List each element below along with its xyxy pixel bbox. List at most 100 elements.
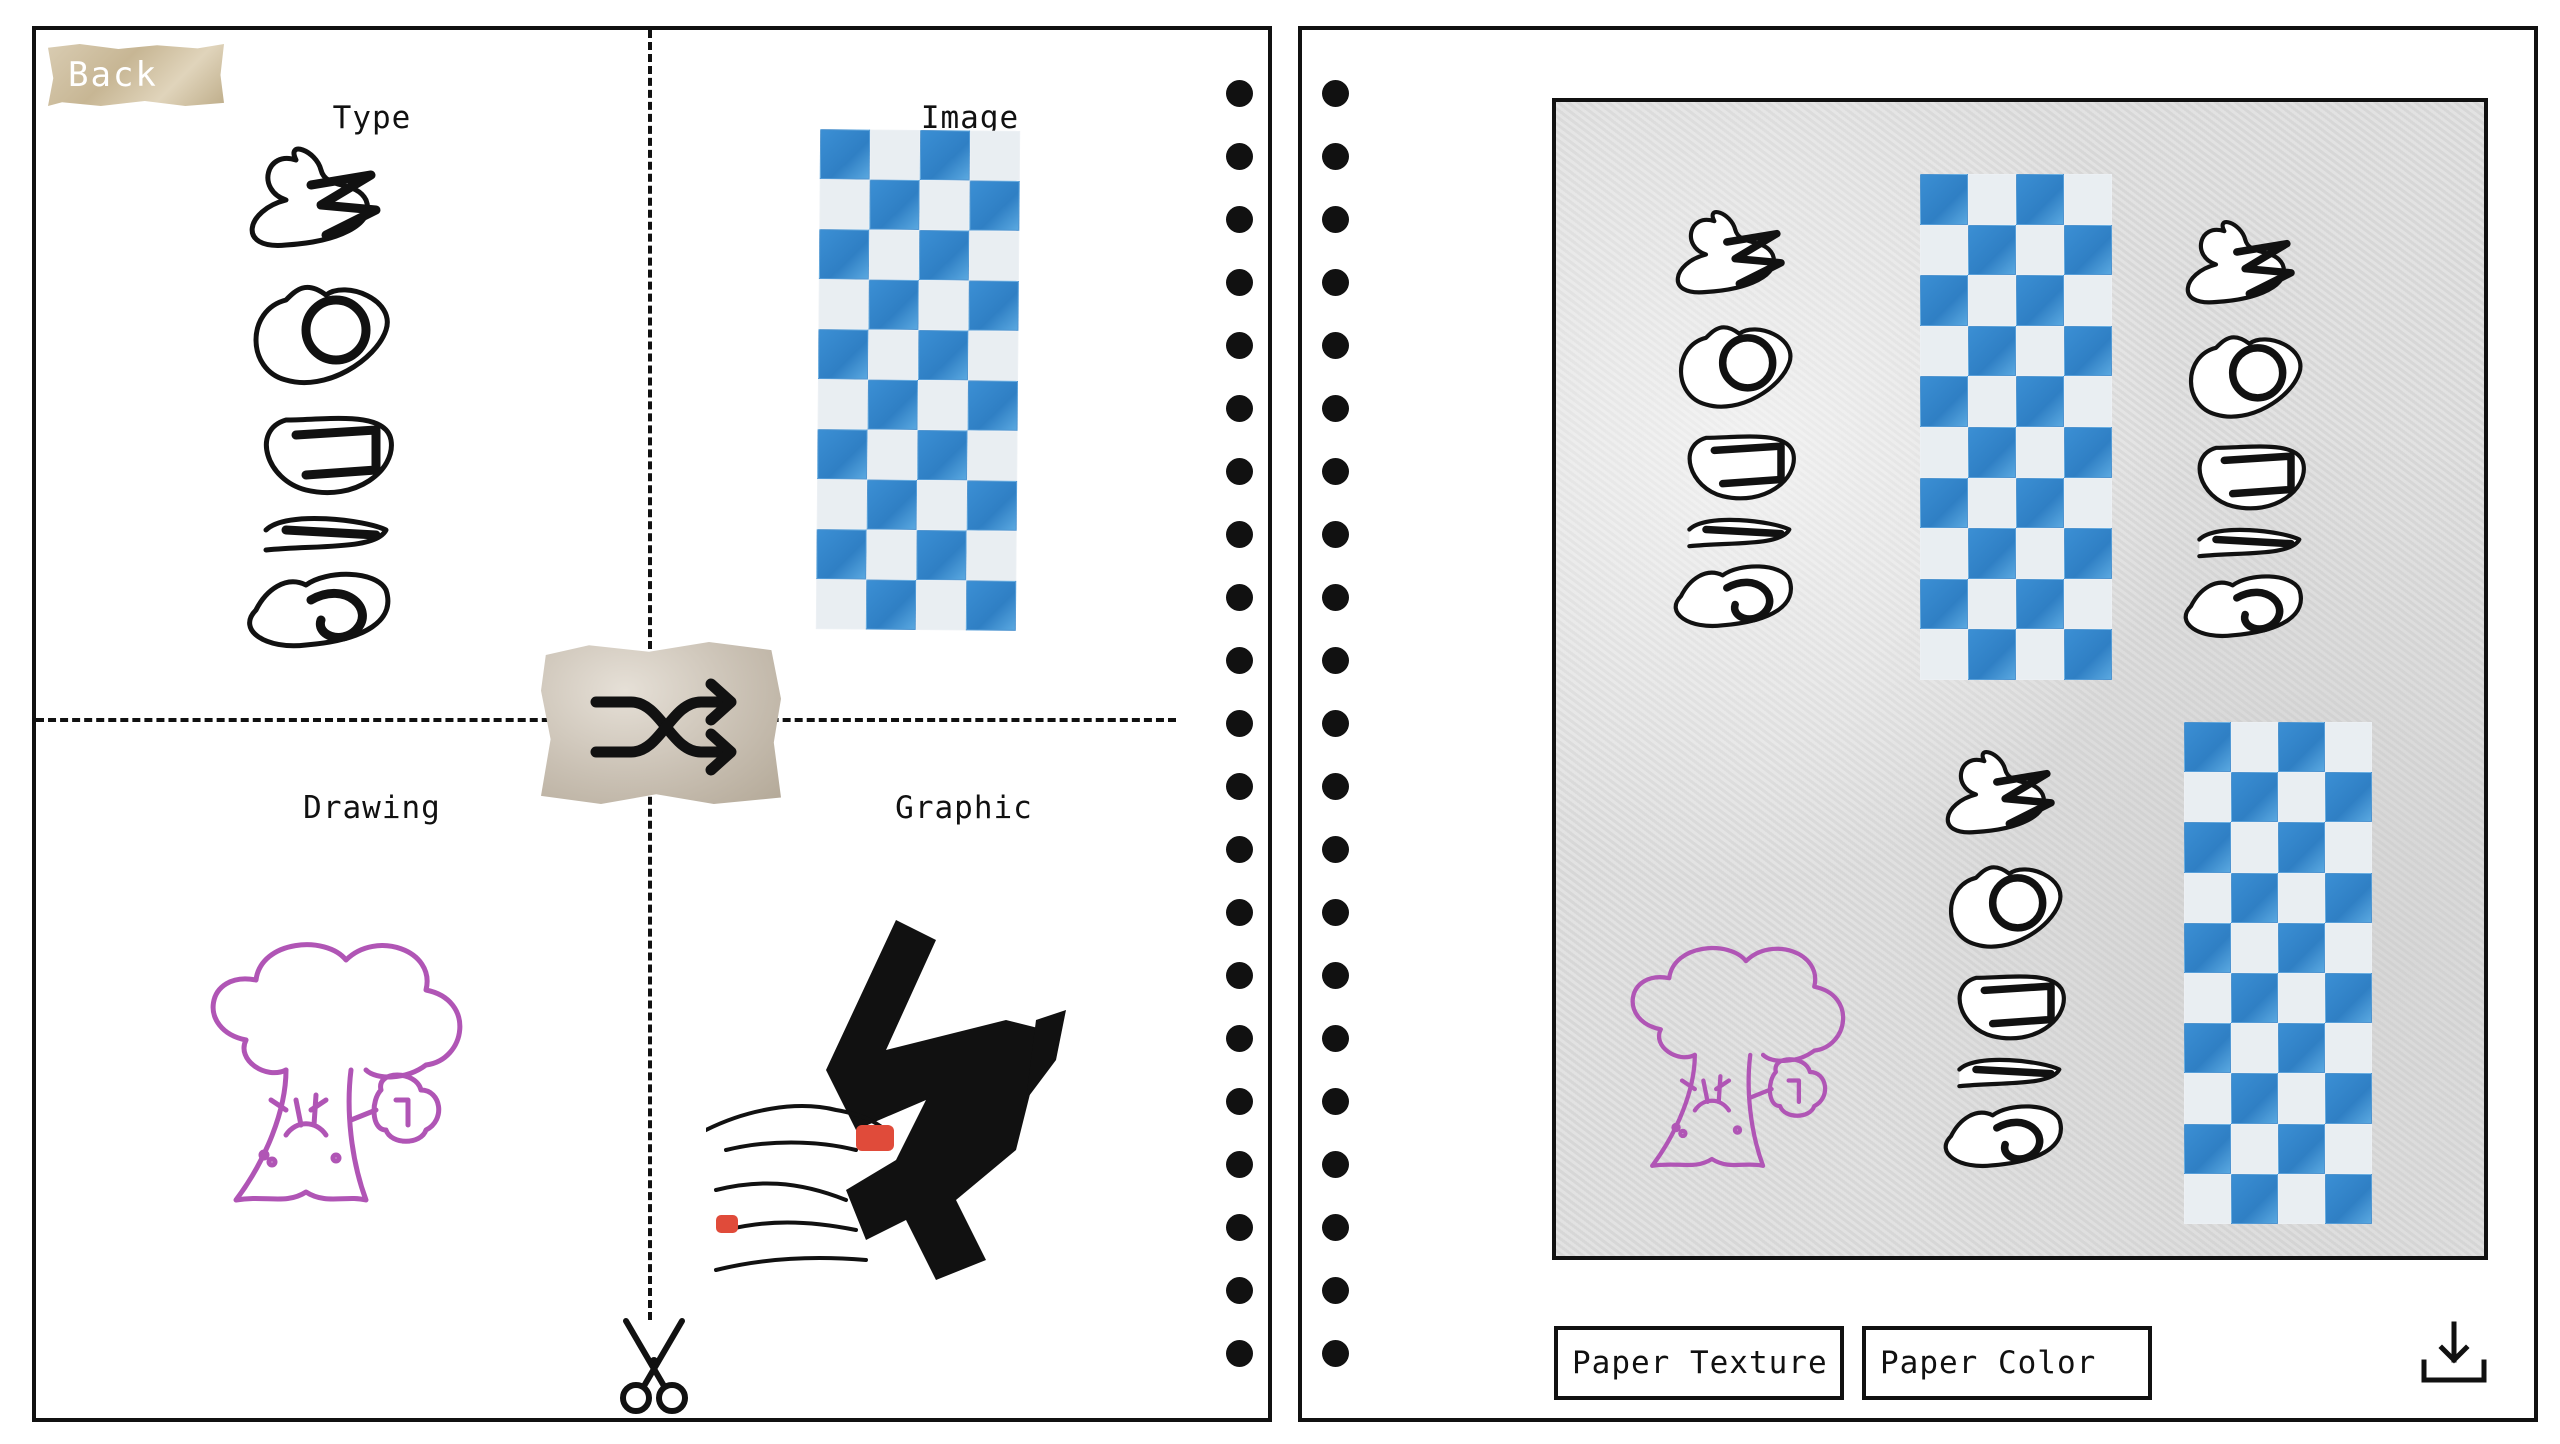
collage-tile bbox=[2016, 376, 2064, 427]
collage-tile bbox=[2016, 174, 2064, 225]
collage-canvas[interactable] bbox=[1552, 98, 2488, 1260]
collage-tile bbox=[2064, 224, 2112, 276]
type-element[interactable] bbox=[226, 130, 466, 660]
binder-hole bbox=[1322, 206, 1349, 233]
canvas-drawing-element[interactable] bbox=[1601, 932, 1891, 1212]
preview-panel: Paper Texture Paper Color bbox=[1298, 26, 2538, 1422]
binder-hole bbox=[1322, 395, 1349, 422]
collage-tile bbox=[918, 280, 969, 331]
collage-tile bbox=[2278, 922, 2325, 973]
collage-tile bbox=[2231, 722, 2278, 773]
collage-tile bbox=[2325, 872, 2372, 923]
binder-hole bbox=[1226, 710, 1253, 737]
binder-hole bbox=[1322, 80, 1349, 107]
shuffle-button[interactable] bbox=[541, 642, 781, 804]
collage-tile bbox=[869, 179, 920, 231]
collage-tile bbox=[2016, 578, 2064, 630]
canvas-image-element-2[interactable] bbox=[2184, 722, 2372, 1224]
editor-panel: Back Type Image Drawing Graphic bbox=[32, 26, 1272, 1422]
collage-tile bbox=[2184, 722, 2231, 773]
binder-hole bbox=[1322, 1088, 1349, 1115]
scissors-icon[interactable] bbox=[614, 1316, 694, 1416]
graphic-label: Graphic bbox=[895, 790, 1033, 826]
collage-tile bbox=[2325, 722, 2372, 773]
collage-tile bbox=[2016, 325, 2064, 377]
canvas-type-element-1[interactable] bbox=[1656, 172, 1856, 662]
collage-tile bbox=[966, 530, 1017, 581]
collage-tile bbox=[1968, 376, 2016, 427]
collage-tile bbox=[1968, 174, 2016, 225]
canvas-type-element-2[interactable] bbox=[2166, 182, 2366, 672]
collage-tile bbox=[2278, 1173, 2325, 1224]
collage-tile bbox=[919, 180, 970, 231]
collage-tile bbox=[1968, 477, 2016, 529]
collage-tile bbox=[2231, 1023, 2278, 1074]
collage-tile bbox=[2325, 1173, 2372, 1224]
collage-tile bbox=[815, 579, 867, 630]
binder-hole bbox=[1226, 1277, 1253, 1304]
collage-tile bbox=[2231, 872, 2278, 923]
binder-hole bbox=[1226, 269, 1253, 296]
collage-tile bbox=[1968, 325, 2016, 377]
binder-hole bbox=[1322, 710, 1349, 737]
collage-tile bbox=[2016, 275, 2064, 326]
collage-tile bbox=[2325, 822, 2372, 873]
drawing-element[interactable] bbox=[176, 930, 516, 1250]
binder-hole bbox=[1226, 206, 1253, 233]
binder-holes-right bbox=[1322, 80, 1349, 1367]
collage-tile bbox=[816, 529, 867, 580]
binder-hole bbox=[1322, 836, 1349, 863]
binder-hole bbox=[1226, 647, 1253, 674]
collage-tile bbox=[2231, 1173, 2278, 1224]
binder-hole bbox=[1226, 584, 1253, 611]
binder-hole bbox=[1322, 143, 1349, 170]
graphic-element[interactable] bbox=[706, 900, 1146, 1300]
collage-tile bbox=[2184, 872, 2231, 923]
collage-tile bbox=[2278, 1073, 2325, 1124]
paper-color-button[interactable]: Paper Color bbox=[1862, 1326, 2152, 1400]
collage-tile bbox=[1920, 325, 1968, 377]
collage-tile bbox=[2064, 275, 2112, 326]
binder-hole bbox=[1226, 962, 1253, 989]
download-icon[interactable] bbox=[2418, 1318, 2490, 1390]
collage-tile bbox=[1968, 578, 2016, 630]
collage-tile bbox=[818, 229, 870, 280]
canvas-type-element-3[interactable] bbox=[1926, 712, 2126, 1202]
collage-tile bbox=[2016, 426, 2064, 478]
canvas-image-element-1[interactable] bbox=[1920, 174, 2112, 680]
collage-tile bbox=[2278, 822, 2325, 873]
collage-tile bbox=[919, 130, 971, 181]
collage-tile bbox=[2184, 1123, 2231, 1174]
collage-tile bbox=[1920, 528, 1968, 579]
collage-tile bbox=[867, 379, 918, 430]
back-button[interactable]: Back bbox=[48, 44, 224, 106]
collage-tile bbox=[2278, 1123, 2325, 1174]
collage-tile bbox=[1920, 376, 1968, 427]
image-element[interactable] bbox=[815, 129, 1021, 631]
binder-hole bbox=[1322, 647, 1349, 674]
binder-hole bbox=[1226, 395, 1253, 422]
binder-hole bbox=[1226, 80, 1253, 107]
collage-tile bbox=[2016, 477, 2064, 529]
collage-tile bbox=[868, 329, 919, 380]
paper-texture-button[interactable]: Paper Texture bbox=[1554, 1326, 1844, 1400]
binder-hole bbox=[1226, 1214, 1253, 1241]
collage-tile bbox=[2325, 772, 2372, 823]
collage-tile bbox=[2064, 477, 2112, 529]
collage-tile bbox=[965, 580, 1017, 631]
collage-tile bbox=[2064, 174, 2112, 225]
collage-tile bbox=[2325, 922, 2372, 973]
collage-tile bbox=[969, 180, 1020, 231]
collage-tile bbox=[966, 480, 1018, 531]
collage-tile bbox=[2184, 772, 2231, 823]
collage-tile bbox=[2184, 973, 2231, 1024]
collage-tile bbox=[918, 230, 970, 281]
collage-tile bbox=[1920, 275, 1968, 326]
collage-tile bbox=[1968, 426, 2016, 478]
collage-tile bbox=[2016, 224, 2064, 276]
collage-tile bbox=[1968, 528, 2016, 579]
collage-tile bbox=[2325, 1023, 2372, 1074]
collage-tile bbox=[1968, 629, 2016, 680]
collage-tile bbox=[917, 380, 968, 431]
collage-tile bbox=[1920, 629, 1968, 680]
